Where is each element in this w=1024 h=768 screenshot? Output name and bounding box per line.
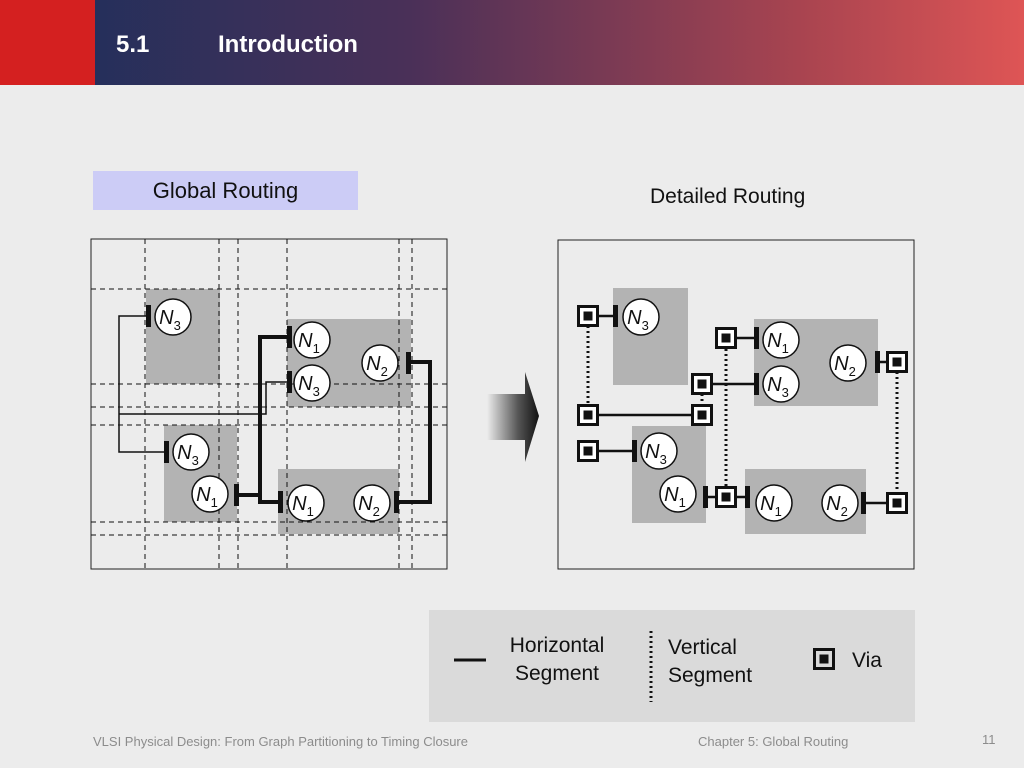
- via-icon: [577, 404, 599, 426]
- via-icon: [577, 440, 599, 462]
- legend-horizontal-text: Horizontal Segment: [509, 634, 605, 685]
- legend-vertical-label: Vertical Segment: [668, 634, 752, 690]
- via-icon: [715, 327, 737, 349]
- via-icon: [691, 404, 713, 426]
- legend-horizontal-label: Horizontal Segment: [506, 632, 608, 688]
- via-legend-icon: [813, 648, 835, 670]
- via-icon: [886, 492, 908, 514]
- via-icon: [691, 373, 713, 395]
- footer-book-title: VLSI Physical Design: From Graph Partiti…: [93, 734, 468, 749]
- right-arrow-icon: [487, 372, 539, 462]
- global-routing-panel: N3 N1 N2 N3 N3 N1 N1 N2: [90, 238, 448, 570]
- legend-vertical-text: Vertical Segment: [668, 636, 753, 687]
- via-icon: [577, 305, 599, 327]
- via-icon: [886, 351, 908, 373]
- footer-page-number: 11: [982, 732, 996, 747]
- legend-via-label: Via: [852, 649, 882, 672]
- detailed-routing-panel: N3 N1 N2 N3 N3 N1 N1 N2: [557, 239, 915, 570]
- footer-chapter: Chapter 5: Global Routing: [698, 734, 849, 749]
- via-icon: [715, 486, 737, 508]
